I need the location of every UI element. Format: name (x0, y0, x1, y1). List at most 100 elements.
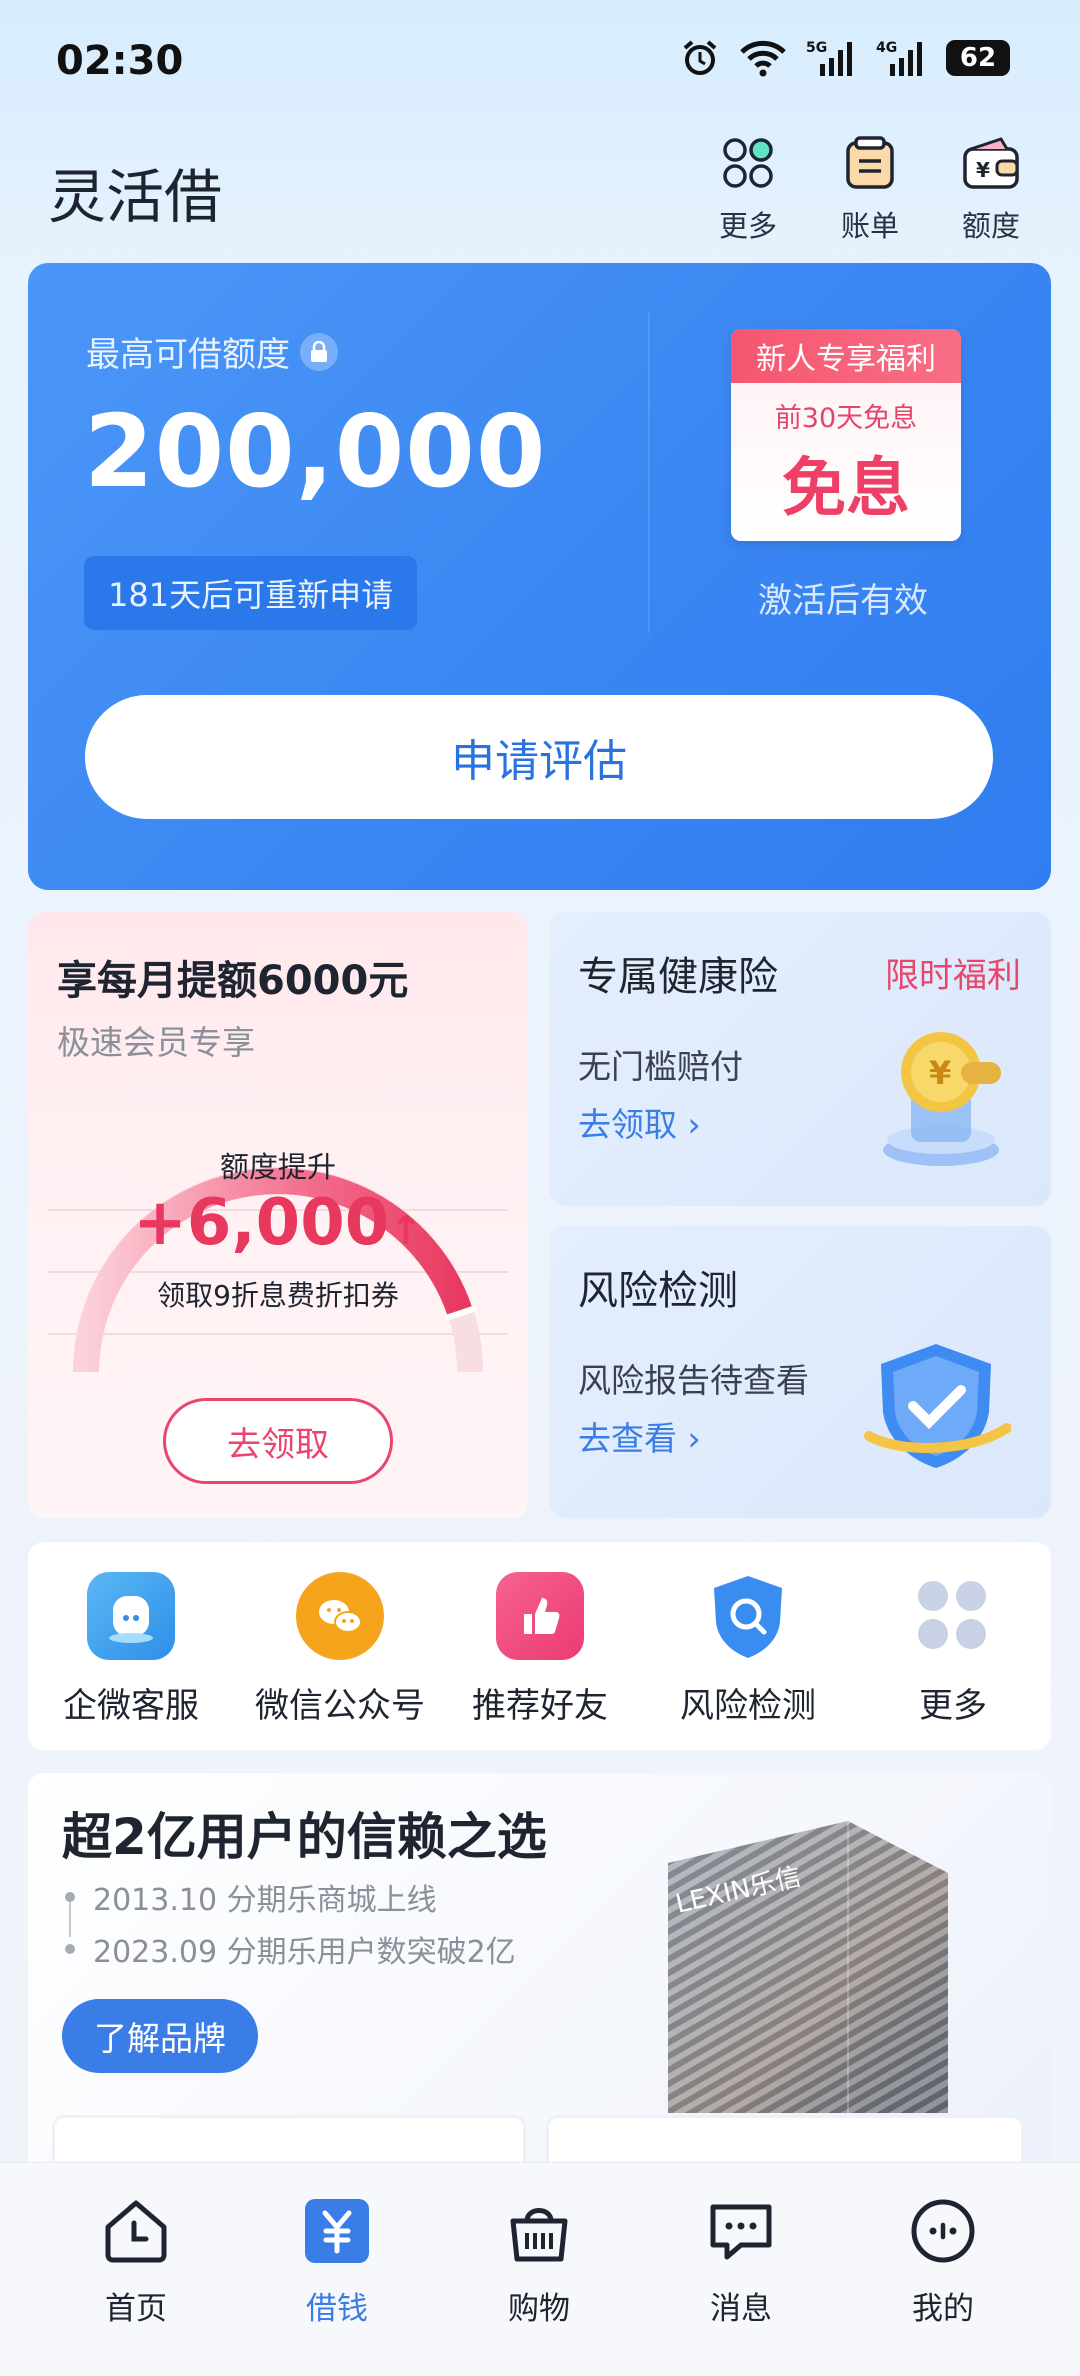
status-bar: 02:30 5G 4G 62 (0, 0, 1080, 130)
nav-shopping-label: 购物 (508, 2291, 570, 2327)
insurance-claim-label: 去领取 (578, 1105, 677, 1144)
header-bill-button[interactable]: 账单 (825, 135, 915, 245)
gauge-value: +6,000 (133, 1186, 390, 1260)
qa-wechat-account[interactable]: 微信公众号 (240, 1572, 440, 1727)
timeline-text: 2013.10 分期乐商城上线 (93, 1883, 437, 1918)
coupon-activate-note: 激活后有效 (758, 581, 928, 621)
svg-text:¥: ¥ (929, 1054, 951, 1092)
claim-boost-button[interactable]: 去领取 (163, 1398, 393, 1484)
svg-text:5G: 5G (806, 40, 827, 56)
qa-risk-check-label: 风险检测 (680, 1686, 816, 1726)
gauge-value-row: +6,000↑ (28, 1186, 528, 1260)
shield-check-icon (864, 1344, 1011, 1468)
qa-wechat-account-label: 微信公众号 (255, 1686, 425, 1726)
gauge-label: 额度提升 (219, 1150, 336, 1184)
bill-icon (842, 135, 898, 195)
nav-messages-label: 消息 (710, 2291, 772, 2327)
brand-title: 超2亿用户的信赖之选 (62, 1808, 547, 1866)
gauge-description: 领取9折息费折扣券 (157, 1279, 399, 1312)
qa-more-label: 更多 (919, 1686, 987, 1726)
hero-divider (648, 313, 650, 633)
wechat-icon (296, 1572, 384, 1660)
risk-check-card[interactable]: 风险检测 风险报告待查看 去查看 › (549, 1226, 1051, 1518)
header-bill-label: 账单 (840, 209, 899, 243)
insurance-description: 无门槛赔付 (578, 1047, 743, 1086)
status-icons: 5G 4G 62 (680, 38, 1010, 78)
nav-messages[interactable]: 消息 (671, 2193, 811, 2328)
qa-customer-service-label: 企微客服 (63, 1686, 199, 1726)
timeline-item: 2013.10 分期乐商城上线 (65, 1871, 516, 1923)
insurance-claim-link[interactable]: 去领取 › (578, 1098, 701, 1146)
quick-actions-bar: 企微客服 微信公众号 推荐好友 风险检测 更多 (28, 1542, 1051, 1750)
learn-brand-button[interactable]: 了解品牌 (62, 1999, 258, 2073)
apply-evaluation-button[interactable]: 申请评估 (85, 695, 993, 819)
home-icon (98, 2193, 174, 2273)
status-time: 02:30 (56, 38, 184, 84)
risk-description: 风险报告待查看 (578, 1361, 809, 1400)
chevron-right-icon: › (687, 1105, 701, 1144)
risk-view-link[interactable]: 去查看 › (578, 1412, 701, 1460)
timeline-item: 2023.09 分期乐用户数突破2亿 (65, 1923, 516, 1975)
brand-timeline: 2013.10 分期乐商城上线 2023.09 分期乐用户数突破2亿 (65, 1871, 516, 1975)
risk-title: 风险检测 (578, 1268, 738, 1314)
coupon-main-text: 免息 (782, 451, 910, 526)
battery-indicator: 62 (946, 40, 1010, 76)
bottom-navigation: 首页 借钱 购物 消息 我的 (0, 2162, 1080, 2376)
alarm-icon (680, 38, 720, 78)
limit-boost-card[interactable]: 享每月提额6000元 极速会员专享 额度提升 +6,000↑ 领取9折息费折扣券… (28, 912, 528, 1518)
nav-home-label: 首页 (105, 2291, 167, 2327)
grid-icon (720, 135, 776, 195)
wifi-icon (738, 38, 788, 78)
customer-service-icon (87, 1572, 175, 1660)
wallet-icon: ¥ (961, 135, 1021, 195)
signal-5g-icon: 5G (806, 38, 858, 78)
shield-search-icon (704, 1572, 792, 1660)
nav-borrow[interactable]: 借钱 (267, 2193, 407, 2328)
nav-profile-label: 我的 (912, 2291, 974, 2327)
reapply-notice: 181天后可重新申请 (84, 556, 418, 630)
building-image: LEXIN乐信 (668, 1821, 948, 2113)
coin-trophy-icon: ¥ (883, 1032, 1001, 1166)
lock-icon (300, 332, 338, 371)
page-title: 灵活借 (48, 163, 223, 231)
coupon-tag: 新人专享福利 (731, 329, 961, 383)
signal-4g-icon: 4G (876, 38, 928, 78)
credit-limit-card: 最高可借额度 200,000 181天后可重新申请 新人专享福利 前30天免息 … (28, 263, 1051, 890)
arrow-up-icon: ↑ (389, 1208, 423, 1254)
message-icon (703, 2193, 779, 2273)
qa-risk-check[interactable]: 风险检测 (648, 1572, 848, 1727)
insurance-tag: 限时福利 (885, 956, 1021, 996)
timeline-text: 2023.09 分期乐用户数突破2亿 (93, 1935, 516, 1970)
nav-home[interactable]: 首页 (66, 2193, 206, 2328)
header-more-button[interactable]: 更多 (703, 135, 793, 245)
profile-icon (905, 2193, 981, 2273)
new-user-coupon[interactable]: 新人专享福利 前30天免息 免息 (731, 329, 961, 541)
nav-borrow-label: 借钱 (306, 2291, 368, 2327)
header-quota-button[interactable]: ¥ 额度 (946, 135, 1036, 245)
qa-more[interactable]: 更多 (853, 1572, 1053, 1727)
qa-refer-friend[interactable]: 推荐好友 (440, 1572, 640, 1727)
risk-view-label: 去查看 (578, 1419, 677, 1458)
promo-subtitle: 极速会员专享 (57, 1023, 255, 1062)
nav-profile[interactable]: 我的 (873, 2193, 1013, 2328)
promo-title: 享每月提额6000元 (57, 958, 409, 1004)
credit-limit-label: 最高可借额度 (86, 335, 290, 375)
credit-limit-label-row: 最高可借额度 (86, 327, 338, 376)
header-more-label: 更多 (718, 209, 777, 243)
nav-shopping[interactable]: 购物 (469, 2193, 609, 2328)
qa-refer-friend-label: 推荐好友 (472, 1686, 608, 1726)
chevron-right-icon: › (687, 1419, 701, 1458)
insurance-title: 专属健康险 (578, 954, 778, 1000)
shopping-bag-icon (501, 2193, 577, 2273)
svg-text:¥: ¥ (976, 158, 990, 182)
qa-customer-service[interactable]: 企微客服 (31, 1572, 231, 1727)
yuan-icon (299, 2193, 375, 2273)
coupon-body: 前30天免息 免息 (731, 383, 961, 541)
coupon-subtitle: 前30天免息 (774, 402, 918, 434)
more-grid-icon (909, 1572, 997, 1660)
health-insurance-card[interactable]: 专属健康险 限时福利 无门槛赔付 去领取 › ¥ (549, 912, 1051, 1206)
thumbs-up-icon (496, 1572, 584, 1660)
svg-text:4G: 4G (876, 40, 897, 56)
header-quota-label: 额度 (961, 209, 1020, 243)
credit-limit-amount: 200,000 (84, 393, 547, 510)
